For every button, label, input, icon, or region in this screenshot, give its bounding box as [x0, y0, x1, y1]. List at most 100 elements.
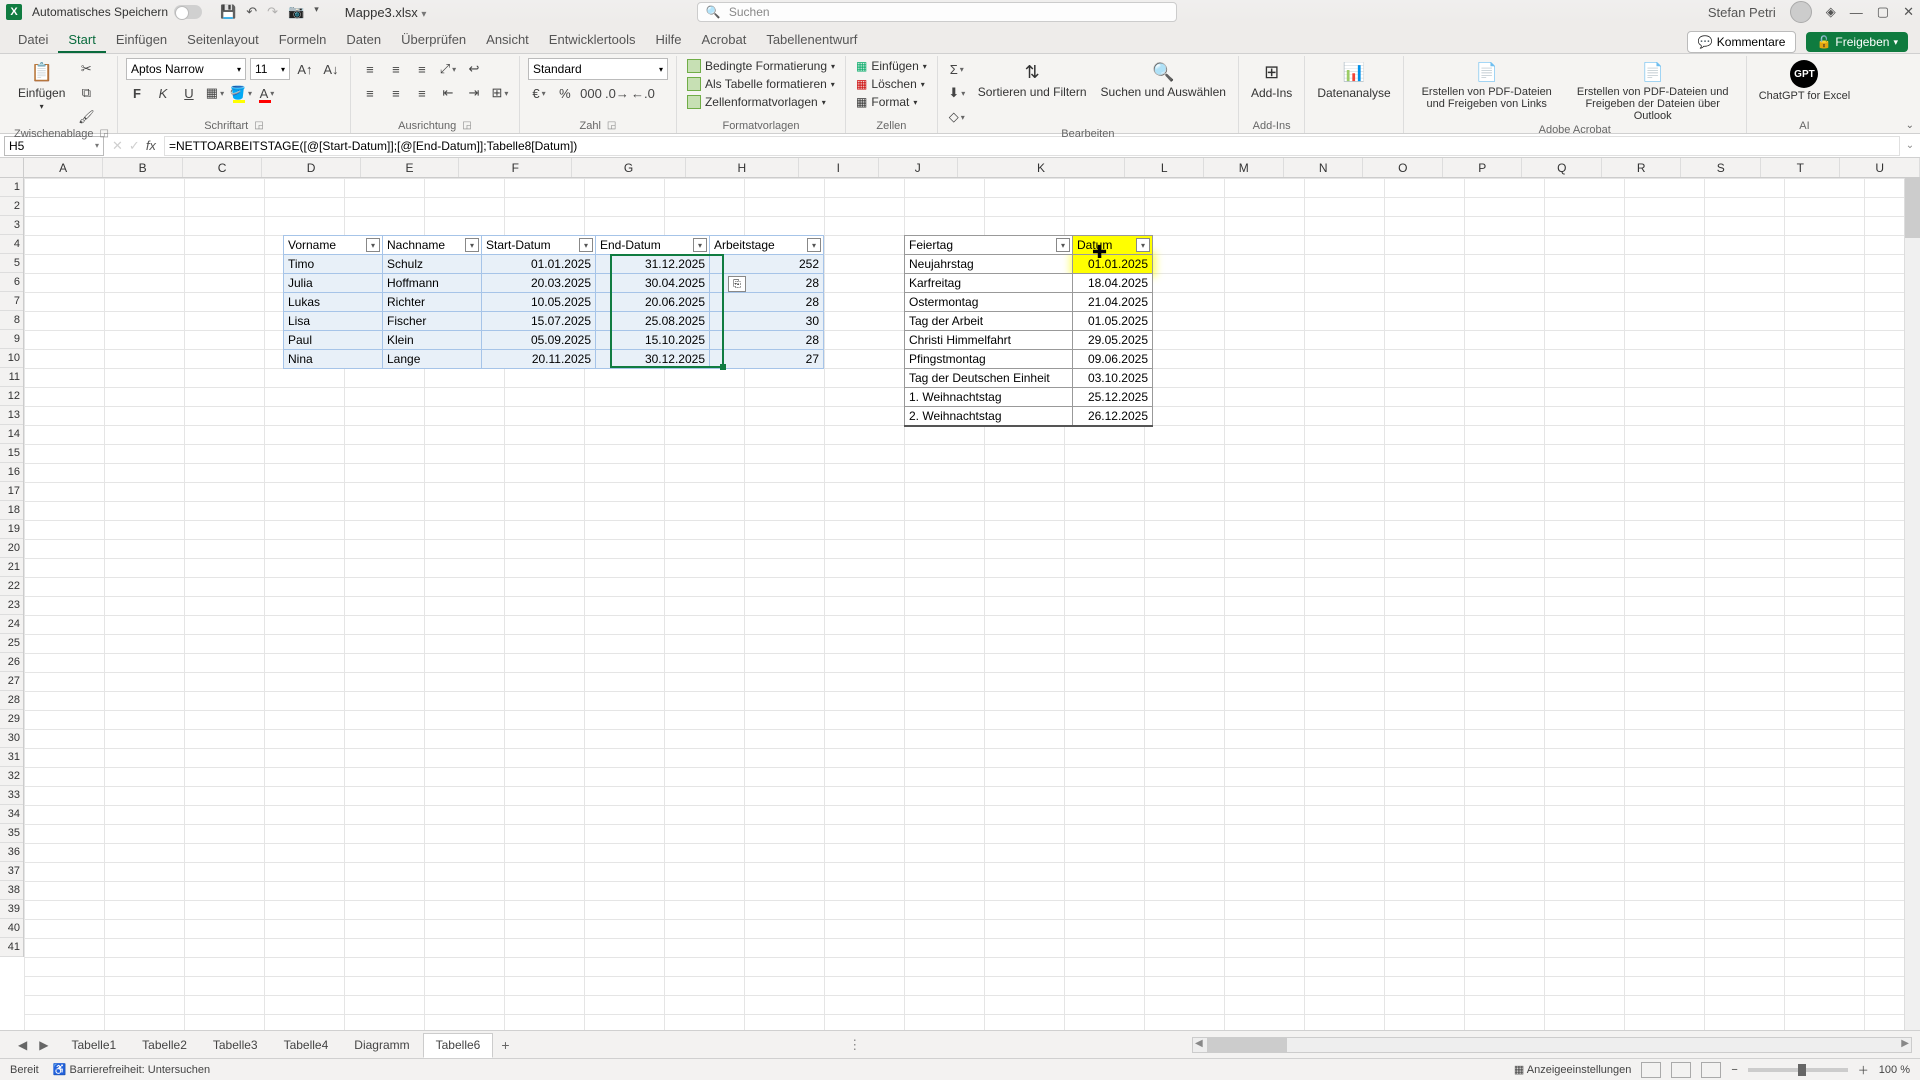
sheet-nav-next-icon[interactable]: ▶: [39, 1038, 48, 1052]
table-cell[interactable]: 20.06.2025: [596, 293, 710, 312]
column-header[interactable]: S: [1681, 158, 1761, 177]
table-cell[interactable]: 01.01.2025: [1073, 255, 1153, 274]
border-icon[interactable]: ▦: [204, 82, 226, 104]
filter-arrow-icon[interactable]: ▾: [465, 238, 479, 252]
column-header-cell[interactable]: Feiertag▾: [905, 236, 1073, 255]
table-cell[interactable]: Paul: [284, 331, 383, 350]
tab-hilfe[interactable]: Hilfe: [646, 28, 692, 53]
grid[interactable]: Vorname▾Nachname▾Start-Datum▾End-Datum▾A…: [24, 178, 1920, 1030]
row-header[interactable]: 23: [0, 596, 23, 615]
tab-start[interactable]: Start: [58, 28, 105, 53]
row-header[interactable]: 6: [0, 273, 23, 292]
tab-datei[interactable]: Datei: [8, 28, 58, 53]
table-row[interactable]: Pfingstmontag09.06.2025: [905, 350, 1153, 369]
tab-ansicht[interactable]: Ansicht: [476, 28, 539, 53]
row-header[interactable]: 14: [0, 425, 23, 444]
column-header[interactable]: D: [262, 158, 360, 177]
table-cell[interactable]: 31.12.2025: [596, 255, 710, 274]
row-header[interactable]: 12: [0, 387, 23, 406]
table-cell[interactable]: 05.09.2025: [482, 331, 596, 350]
table-cell[interactable]: 30: [710, 312, 824, 331]
row-header[interactable]: 19: [0, 520, 23, 539]
column-header[interactable]: N: [1284, 158, 1364, 177]
column-header-cell[interactable]: Arbeitstage▾: [710, 236, 824, 255]
wrap-text-icon[interactable]: ↩: [463, 58, 485, 80]
table-row[interactable]: PaulKlein05.09.202515.10.202528: [284, 331, 824, 350]
increase-font-icon[interactable]: A↑: [294, 58, 316, 80]
table-cell[interactable]: Richter: [383, 293, 482, 312]
row-header[interactable]: 32: [0, 767, 23, 786]
comments-button[interactable]: 💬 Kommentare: [1687, 31, 1797, 53]
table-cell[interactable]: 01.05.2025: [1073, 312, 1153, 331]
collapse-ribbon-icon[interactable]: ⌄: [1906, 120, 1914, 131]
column-header[interactable]: U: [1840, 158, 1920, 177]
table-cell[interactable]: 252: [710, 255, 824, 274]
table-cell[interactable]: Tag der Arbeit: [905, 312, 1073, 331]
table-cell[interactable]: 26.12.2025: [1073, 407, 1153, 426]
row-header[interactable]: 38: [0, 881, 23, 900]
pdf-link-button[interactable]: 📄Erstellen von PDF-Dateien und Freigeben…: [1412, 58, 1562, 112]
format-cells-button[interactable]: ▦Format ▾: [854, 94, 919, 110]
align-right-icon[interactable]: ≡: [411, 82, 433, 104]
row-header[interactable]: 5: [0, 254, 23, 273]
table-row[interactable]: Karfreitag18.04.2025: [905, 274, 1153, 293]
autosave-toggle[interactable]: Automatisches Speichern: [32, 5, 202, 19]
bold-icon[interactable]: F: [126, 82, 148, 104]
dialog-launcher-icon[interactable]: ◲: [254, 120, 263, 132]
clear-icon[interactable]: ◇: [946, 106, 968, 128]
pdf-outlook-button[interactable]: 📄Erstellen von PDF-Dateien und Freigeben…: [1568, 58, 1738, 124]
table-row[interactable]: Tag der Deutschen Einheit03.10.2025: [905, 369, 1153, 388]
number-format-combo[interactable]: Standard▾: [528, 58, 668, 80]
conditional-formatting-button[interactable]: Bedingte Formatierung ▾: [685, 58, 837, 74]
table-cell[interactable]: Schulz: [383, 255, 482, 274]
table-row[interactable]: 1. Weihnachtstag25.12.2025: [905, 388, 1153, 407]
row-header[interactable]: 28: [0, 691, 23, 710]
table-cell[interactable]: Fischer: [383, 312, 482, 331]
row-header[interactable]: 24: [0, 615, 23, 634]
table-cell[interactable]: 27: [710, 350, 824, 369]
table-row[interactable]: Neujahrstag01.01.2025: [905, 255, 1153, 274]
chatgpt-button[interactable]: GPTChatGPT for Excel: [1755, 58, 1855, 104]
table-cell[interactable]: Lukas: [284, 293, 383, 312]
row-header[interactable]: 8: [0, 311, 23, 330]
table-row[interactable]: LisaFischer15.07.202525.08.202530: [284, 312, 824, 331]
column-header[interactable]: P: [1443, 158, 1523, 177]
table-cell[interactable]: 28: [710, 331, 824, 350]
table-cell[interactable]: Ostermontag: [905, 293, 1073, 312]
paste-button[interactable]: 📋Einfügen▾: [14, 58, 69, 113]
decrease-indent-icon[interactable]: ⇤: [437, 82, 459, 104]
column-header[interactable]: B: [103, 158, 183, 177]
dialog-launcher-icon[interactable]: ◲: [100, 128, 109, 140]
row-header[interactable]: 35: [0, 824, 23, 843]
table-cell[interactable]: 20.11.2025: [482, 350, 596, 369]
dialog-launcher-icon[interactable]: ◲: [607, 120, 616, 132]
tab-entwicklertools[interactable]: Entwicklertools: [539, 28, 646, 53]
table-cell[interactable]: Pfingstmontag: [905, 350, 1073, 369]
row-header[interactable]: 10: [0, 349, 23, 368]
table-cell[interactable]: 18.04.2025: [1073, 274, 1153, 293]
zoom-in-icon[interactable]: ＋: [1858, 1062, 1869, 1078]
column-header[interactable]: J: [879, 158, 959, 177]
tab-überprüfen[interactable]: Überprüfen: [391, 28, 476, 53]
autofill-options-icon[interactable]: ⎘: [728, 276, 746, 292]
column-header[interactable]: F: [459, 158, 572, 177]
sheet-tab[interactable]: Tabelle4: [271, 1033, 342, 1057]
search-input[interactable]: 🔍 Suchen: [697, 2, 1177, 22]
table-cell[interactable]: 30.04.2025: [596, 274, 710, 293]
copy-icon[interactable]: ⧉: [75, 82, 97, 104]
row-header[interactable]: 3: [0, 216, 23, 235]
column-header[interactable]: T: [1761, 158, 1841, 177]
row-header[interactable]: 11: [0, 368, 23, 387]
tab-einfügen[interactable]: Einfügen: [106, 28, 177, 53]
align-middle-icon[interactable]: ≡: [385, 58, 407, 80]
table-cell[interactable]: 20.03.2025: [482, 274, 596, 293]
column-header-cell[interactable]: Vorname▾: [284, 236, 383, 255]
underline-icon[interactable]: U: [178, 82, 200, 104]
font-name-combo[interactable]: Aptos Narrow▾: [126, 58, 246, 80]
column-header[interactable]: A: [24, 158, 104, 177]
dialog-launcher-icon[interactable]: ◲: [462, 120, 471, 132]
cut-icon[interactable]: ✂: [75, 58, 97, 80]
row-header[interactable]: 31: [0, 748, 23, 767]
format-as-table-button[interactable]: Als Tabelle formatieren ▾: [685, 76, 837, 92]
maximize-icon[interactable]: ▢: [1877, 4, 1889, 20]
